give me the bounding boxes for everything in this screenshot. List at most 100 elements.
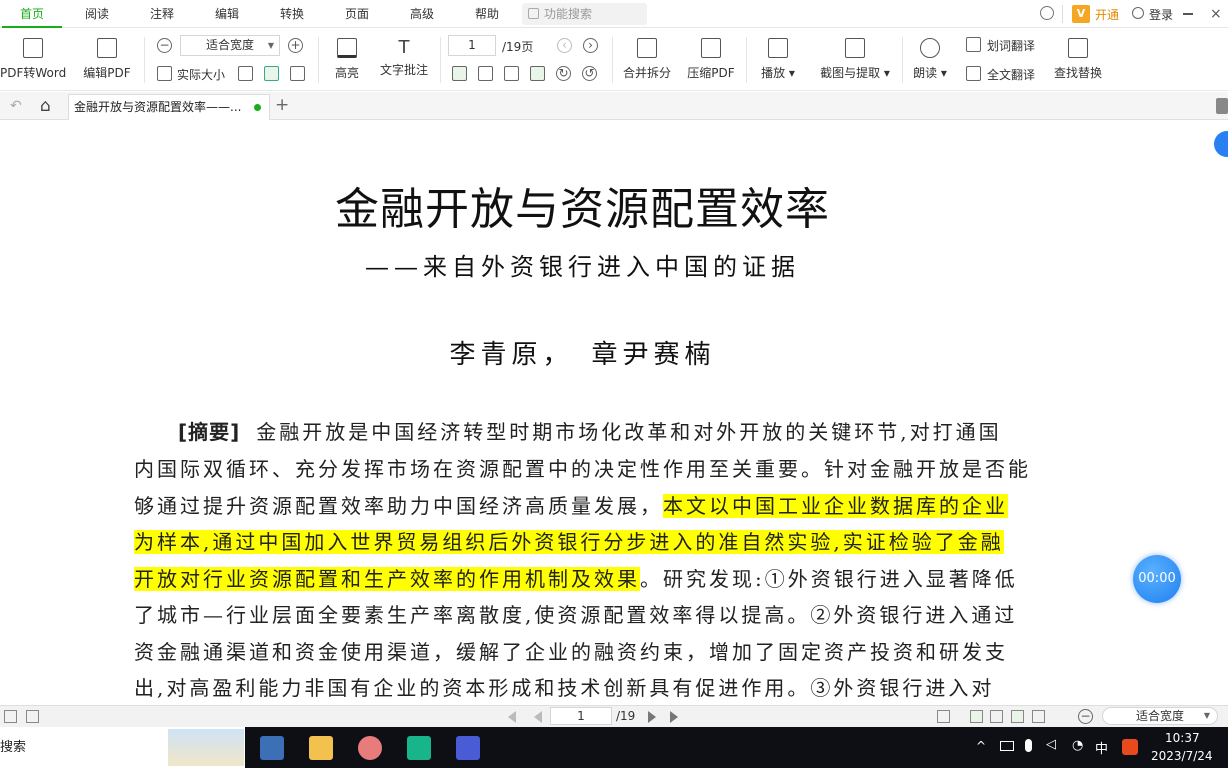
microphone-icon[interactable] bbox=[1025, 739, 1032, 752]
vip-icon[interactable]: V bbox=[1072, 5, 1090, 23]
grid-pages-icon[interactable] bbox=[504, 66, 519, 81]
tab-edit[interactable]: 编辑 bbox=[197, 0, 257, 28]
back-nav-icon[interactable] bbox=[4, 710, 17, 723]
clock-date[interactable]: 2023/7/24 bbox=[1151, 749, 1213, 763]
continuous-view-icon[interactable] bbox=[1011, 710, 1024, 723]
volume-icon[interactable]: ◁ bbox=[1046, 737, 1056, 752]
file-explorer-app-icon[interactable] bbox=[309, 736, 333, 760]
function-search-input[interactable]: 功能搜索 bbox=[522, 3, 647, 25]
divider bbox=[318, 37, 319, 83]
tab-page[interactable]: 页面 bbox=[327, 0, 387, 28]
zoom-in-icon[interactable]: + bbox=[288, 38, 303, 53]
next-page-icon[interactable]: › bbox=[583, 38, 598, 53]
find-icon bbox=[1068, 38, 1088, 58]
abstract-line: 为样本,通过中国加入世界贸易组织后外资银行分步进入的准自然实验,实证检验了金融 bbox=[134, 527, 1034, 557]
close-icon[interactable]: × bbox=[1210, 6, 1222, 22]
abstract-label: [摘要] bbox=[178, 420, 241, 444]
status-page-input[interactable]: 1 bbox=[550, 707, 612, 725]
text-note-button[interactable]: T 文字批注 bbox=[376, 38, 432, 78]
prev-page-icon[interactable]: ‹ bbox=[557, 38, 572, 53]
compress-pdf-button[interactable]: 压缩PDF bbox=[684, 38, 738, 81]
forward-nav-icon[interactable] bbox=[26, 710, 39, 723]
find-replace-label: 查找替换 bbox=[1053, 66, 1102, 80]
vip-open-button[interactable]: 开通 bbox=[1095, 6, 1119, 23]
text-note-label: 文字批注 bbox=[379, 63, 428, 77]
ime-indicator[interactable]: 中 bbox=[1095, 738, 1108, 757]
tab-advanced[interactable]: 高级 bbox=[392, 0, 452, 28]
highlighted-text[interactable]: 为样本,通过中国加入世界贸易组织后外资银行分步进入的准自然实验,实证检验了金融 bbox=[134, 530, 1004, 554]
pdf-to-word-button[interactable]: PDF转Word bbox=[0, 38, 66, 81]
single-page-view-icon[interactable] bbox=[970, 710, 983, 723]
screenshot-extract-button[interactable]: 截图与提取 ▾ bbox=[816, 38, 894, 81]
login-button[interactable]: 登录 bbox=[1149, 6, 1173, 23]
page-number-input[interactable]: 1 bbox=[448, 35, 496, 56]
side-panel-toggle[interactable] bbox=[1216, 98, 1228, 114]
last-page-icon[interactable] bbox=[670, 711, 678, 723]
tab-help[interactable]: 帮助 bbox=[457, 0, 517, 28]
divider bbox=[902, 37, 903, 83]
find-replace-button[interactable]: 查找替换 bbox=[1050, 38, 1106, 81]
calculator-app-icon[interactable] bbox=[260, 736, 284, 760]
merge-split-button[interactable]: 合并拆分 bbox=[620, 38, 674, 81]
play-button[interactable]: 播放 ▾ bbox=[756, 38, 800, 81]
abstract-line: 够通过提升资源配置效率助力中国经济高质量发展，本文以中国工业企业数据库的企业 bbox=[134, 494, 1008, 518]
paper-subtitle: ——来自外资银行进入中国的证据 bbox=[365, 253, 800, 281]
full-translate-button[interactable]: 全文翻译 bbox=[987, 66, 1035, 83]
new-tab-icon[interactable]: + bbox=[275, 95, 289, 115]
rotate-left-icon[interactable]: ↺ bbox=[582, 66, 597, 81]
tray-chevron-up-icon[interactable]: ^ bbox=[976, 739, 986, 753]
word-translate-icon bbox=[966, 37, 981, 52]
battery-icon[interactable] bbox=[1000, 741, 1014, 751]
edit-pdf-button[interactable]: 编辑PDF bbox=[80, 38, 134, 81]
wifi-icon[interactable]: ◔ bbox=[1072, 738, 1083, 753]
next-page-icon[interactable] bbox=[648, 711, 656, 723]
actual-size-button[interactable]: 实际大小 bbox=[177, 66, 225, 83]
status-zoom-select[interactable]: 适合宽度 ▼ bbox=[1102, 707, 1218, 725]
highlighted-text[interactable]: 本文以中国工业企业数据库的企业 bbox=[663, 494, 1008, 518]
taskbar-search-box[interactable]: 搜索 bbox=[0, 727, 245, 768]
double-page-view-icon[interactable] bbox=[990, 710, 1003, 723]
tab-read[interactable]: 阅读 bbox=[67, 0, 127, 28]
grid-app-icon[interactable] bbox=[456, 736, 480, 760]
fullscreen-icon[interactable] bbox=[937, 710, 950, 723]
compress-icon bbox=[701, 38, 721, 58]
abstract-line: 开放对行业资源配置和生产效率的作用机制及效果。研究发现:①外资银行进入显著降低 bbox=[134, 567, 1018, 591]
minimize-icon[interactable] bbox=[1183, 13, 1193, 15]
function-search-placeholder: 功能搜索 bbox=[544, 7, 593, 21]
divider bbox=[440, 37, 441, 83]
highlighted-text[interactable]: 开放对行业资源配置和生产效率的作用机制及效果 bbox=[134, 567, 640, 591]
continuous-page-icon[interactable] bbox=[530, 66, 545, 81]
home-icon[interactable]: ⌂ bbox=[40, 96, 51, 116]
status-zoom-out-icon[interactable]: − bbox=[1078, 709, 1093, 724]
clock-time[interactable]: 10:37 bbox=[1165, 731, 1200, 745]
page-total-label: /19页 bbox=[502, 40, 534, 54]
double-page-icon[interactable] bbox=[478, 66, 493, 81]
sogou-ime-icon[interactable] bbox=[1122, 739, 1138, 755]
document-view[interactable]: 金融开放与资源配置效率 ——来自外资银行进入中国的证据 李青原， 章尹赛楠 [摘… bbox=[0, 121, 1228, 705]
fit-width-icon[interactable] bbox=[264, 66, 279, 81]
document-tab[interactable]: 金融开放与资源配置效率——... bbox=[68, 94, 270, 120]
book-view-icon[interactable] bbox=[1032, 710, 1045, 723]
tab-annotate[interactable]: 注释 bbox=[132, 0, 192, 28]
zoom-select[interactable]: 适合宽度 ▼ bbox=[180, 35, 280, 56]
highlight-button[interactable]: 高亮 bbox=[326, 38, 368, 81]
fit-page-icon[interactable] bbox=[238, 66, 253, 81]
share-icon[interactable] bbox=[1040, 6, 1054, 20]
first-page-icon[interactable] bbox=[508, 711, 516, 723]
browser-app-icon[interactable] bbox=[358, 736, 382, 760]
rotate-right-icon[interactable]: ↻ bbox=[556, 66, 571, 81]
tab-home[interactable]: 首页 bbox=[2, 0, 62, 28]
text-select-icon[interactable] bbox=[290, 66, 305, 81]
zoom-out-icon[interactable]: − bbox=[157, 38, 172, 53]
abstract-line: 资金融通渠道和资金使用渠道，缓解了企业的融资约束，增加了固定资产投资和研发支 bbox=[134, 640, 1008, 664]
single-page-icon[interactable] bbox=[452, 66, 467, 81]
tab-convert[interactable]: 转换 bbox=[262, 0, 322, 28]
play-label: 播放 ▾ bbox=[761, 66, 795, 80]
back-icon[interactable]: ↶ bbox=[10, 98, 22, 114]
actual-size-icon bbox=[157, 66, 172, 81]
read-aloud-button[interactable]: 朗读 ▾ bbox=[908, 38, 952, 81]
recording-timer-button[interactable]: 00:00 bbox=[1133, 555, 1181, 603]
prev-page-icon[interactable] bbox=[534, 711, 542, 723]
word-translate-button[interactable]: 划词翻译 bbox=[987, 37, 1035, 54]
pdf-reader-app-icon[interactable] bbox=[407, 736, 431, 760]
